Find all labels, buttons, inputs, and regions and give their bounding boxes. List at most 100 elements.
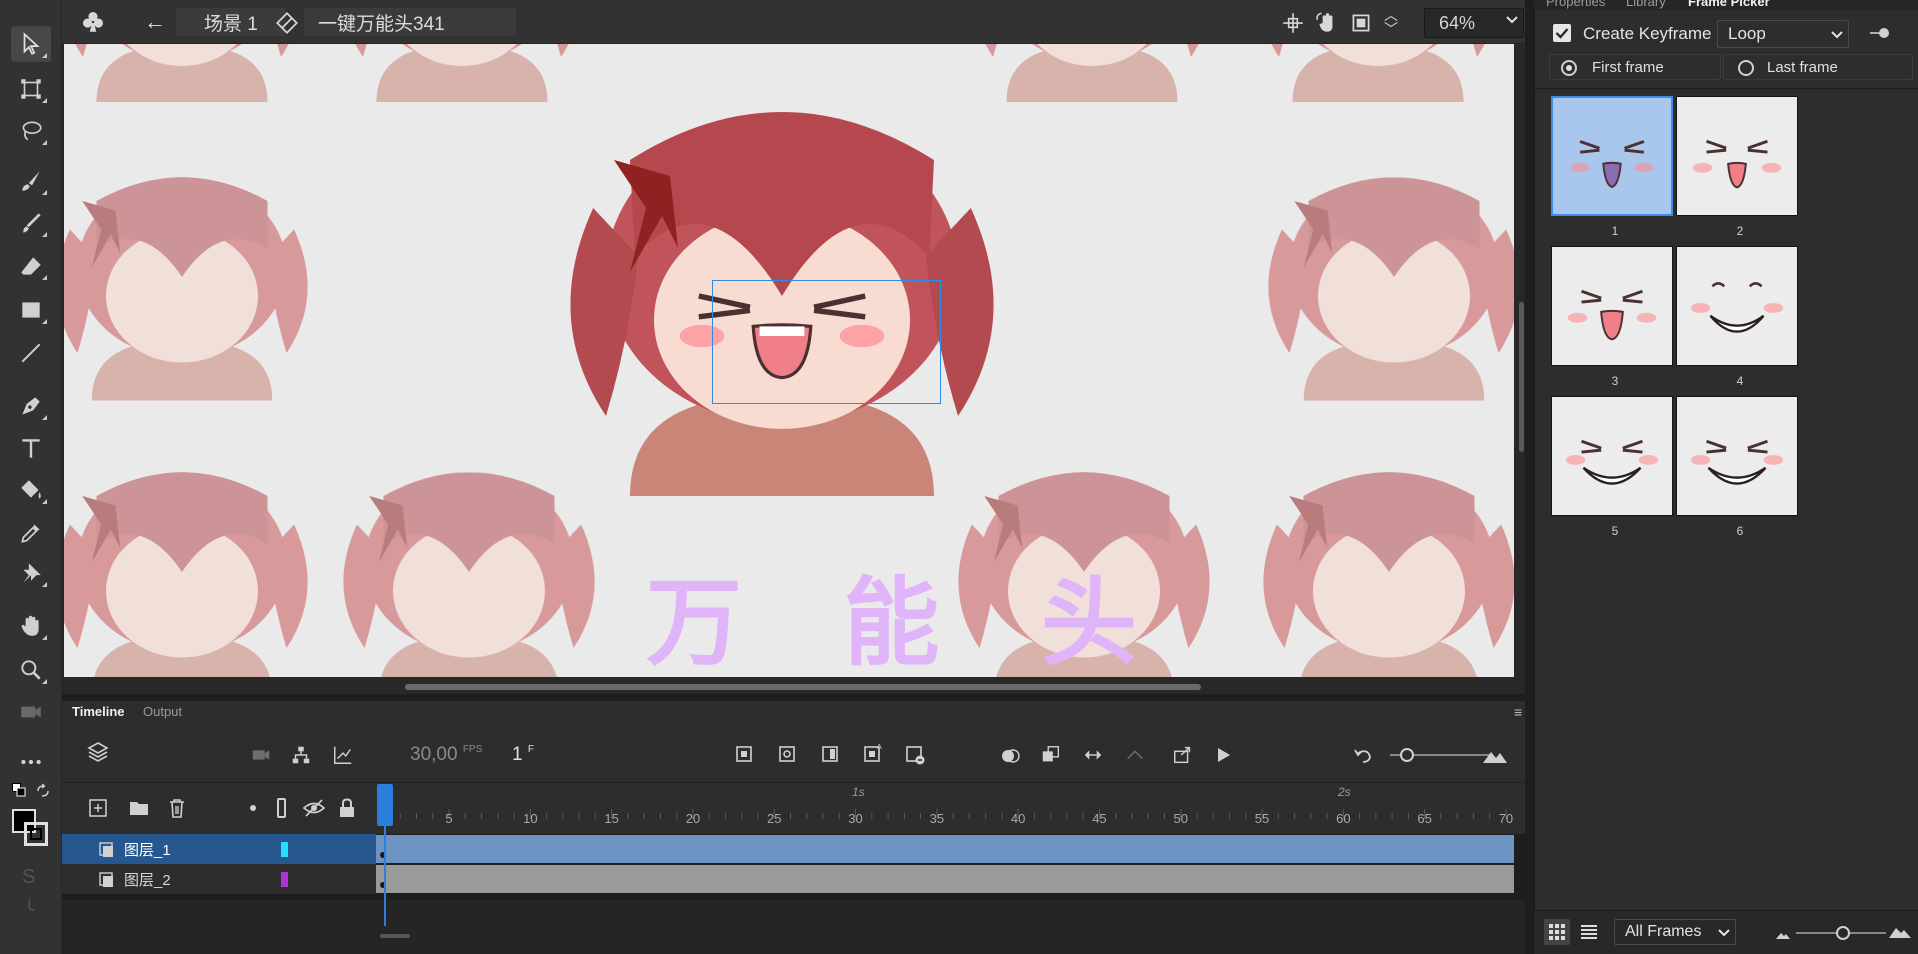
clip-content-icon[interactable]: [1348, 10, 1374, 39]
frame-thumb-5[interactable]: [1551, 396, 1673, 516]
convert-icon[interactable]: [1124, 744, 1146, 769]
stage-title-text[interactable]: 万 能 头: [646, 545, 1171, 684]
snap-to-objects-icon[interactable]: [1280, 10, 1306, 39]
onion-skin-icon[interactable]: [998, 744, 1022, 771]
layer-row-2[interactable]: 图层_2: [62, 864, 376, 894]
loop-select[interactable]: Loop: [1717, 20, 1849, 48]
camera-icon: [21, 706, 41, 718]
symbol-clubs-icon[interactable]: [80, 9, 106, 38]
create-keyframe-checkbox[interactable]: [1553, 24, 1571, 42]
insert-keyframe-icon[interactable]: [734, 744, 754, 767]
symbol-breadcrumb[interactable]: 一键万能头341: [304, 8, 516, 36]
more-tools-button[interactable]: [11, 744, 51, 780]
layer-name[interactable]: 图层_2: [124, 869, 171, 890]
frame-thumb-1[interactable]: [1551, 96, 1673, 216]
edit-bar: ← 场景 1 一键万能头341 ︿ ﹀ 64%: [62, 0, 1525, 44]
brush-tool[interactable]: [11, 205, 51, 241]
swap-colors-icon[interactable]: [35, 783, 51, 799]
zoom-tool[interactable]: [11, 652, 51, 688]
face-laugh-icon: [1567, 289, 1657, 341]
grid-view-button[interactable]: [1544, 919, 1570, 945]
pin-tool[interactable]: [11, 555, 51, 591]
frames-filter-select[interactable]: All Frames: [1614, 919, 1736, 945]
highlight-dot-icon[interactable]: [250, 805, 256, 811]
stroke-color-swatch[interactable]: [24, 822, 48, 846]
tools-panel: S ╰: [0, 0, 62, 954]
stage-vertical-scrollbar[interactable]: [1519, 302, 1524, 452]
frame-thumb-4[interactable]: [1676, 246, 1798, 366]
frame-thumb-2[interactable]: [1676, 96, 1798, 216]
tab-properties[interactable]: Properties: [1546, 0, 1605, 9]
layer-color-swatch[interactable]: [281, 842, 288, 857]
selection-bounding-box[interactable]: [712, 280, 941, 404]
graph-icon[interactable]: [332, 744, 354, 769]
mountains-icon[interactable]: [1482, 744, 1508, 769]
layer-2-frames[interactable]: [376, 865, 1514, 893]
tab-frame-picker[interactable]: Frame Picker: [1688, 0, 1770, 9]
camera-tool[interactable]: [11, 694, 51, 730]
undo-icon[interactable]: [1352, 744, 1374, 769]
loop-playback-icon[interactable]: [1172, 744, 1194, 769]
eyedropper-tool[interactable]: [11, 515, 51, 551]
thumbnail-size-thumb[interactable]: [1836, 926, 1850, 940]
new-layer-icon[interactable]: [87, 797, 109, 822]
text-tool[interactable]: [11, 430, 51, 466]
clear-keyframe-icon[interactable]: [904, 744, 926, 769]
rotate-stage-icon[interactable]: [1314, 10, 1340, 39]
layer-color-swatch[interactable]: [281, 872, 288, 887]
stage-horizontal-scrollbar[interactable]: [405, 684, 1201, 690]
lasso-tool[interactable]: [11, 113, 51, 149]
scene-breadcrumb[interactable]: 场景 1: [176, 8, 286, 36]
selection-tool[interactable]: [11, 26, 51, 62]
parenting-icon[interactable]: [290, 744, 312, 769]
zoom-dropdown-icon[interactable]: [1504, 12, 1520, 31]
hand-tool[interactable]: [11, 608, 51, 644]
tab-timeline[interactable]: Timeline: [72, 704, 125, 719]
edit-multiple-frames-icon[interactable]: [1040, 744, 1062, 769]
default-colors-icon[interactable]: [12, 783, 26, 797]
new-folder-icon[interactable]: [127, 797, 151, 822]
frame-field[interactable]: 1 F: [512, 744, 534, 766]
first-frame-option[interactable]: First frame: [1549, 54, 1721, 80]
last-frame-option[interactable]: Last frame: [1723, 54, 1913, 80]
delete-layer-icon[interactable]: [166, 797, 188, 822]
camera-layer-icon[interactable]: [250, 744, 272, 769]
insert-blank-keyframe-icon[interactable]: [777, 744, 797, 767]
fps-field[interactable]: 30,00 FPS: [410, 744, 482, 766]
lock-icon[interactable]: [337, 797, 357, 822]
eraser-tool[interactable]: [11, 248, 51, 284]
smooth-icon[interactable]: ╰: [24, 900, 35, 921]
keyframe-lock-icon[interactable]: [1869, 26, 1891, 40]
auto-keyframe-icon[interactable]: A: [862, 742, 884, 767]
list-view-button[interactable]: [1580, 923, 1598, 944]
layer-name[interactable]: 图层_1: [124, 839, 171, 860]
layers-icon[interactable]: [86, 740, 110, 767]
frame-size-slider-thumb[interactable]: [1400, 748, 1414, 762]
tab-library[interactable]: Library: [1626, 0, 1666, 9]
first-frame-radio[interactable]: [1561, 60, 1577, 76]
free-transform-tool[interactable]: [11, 71, 51, 107]
paint-bucket-tool[interactable]: [11, 472, 51, 508]
frame-thumb-6[interactable]: [1676, 396, 1798, 516]
last-frame-radio[interactable]: [1738, 60, 1754, 76]
paint-brush-tool[interactable]: [11, 163, 51, 199]
tween-icon[interactable]: [1082, 744, 1104, 769]
insert-frame-icon[interactable]: [820, 744, 840, 767]
outline-icon[interactable]: [277, 798, 286, 818]
back-button[interactable]: ←: [144, 9, 166, 35]
snap-icon[interactable]: S: [22, 866, 35, 889]
pen-tool[interactable]: [11, 388, 51, 424]
visibility-icon[interactable]: [302, 797, 326, 822]
rectangle-tool[interactable]: [11, 292, 51, 328]
timeline-scrollbar[interactable]: [380, 934, 410, 938]
panel-menu-icon[interactable]: ≡: [1514, 704, 1522, 720]
first-frame-label: First frame: [1592, 59, 1664, 76]
layer-row-1[interactable]: 图层_1: [62, 834, 376, 864]
frame-thumb-3[interactable]: [1551, 246, 1673, 366]
play-button[interactable]: [1212, 744, 1234, 769]
line-tool[interactable]: [11, 335, 51, 371]
layer-1-frames[interactable]: [376, 835, 1514, 863]
playhead[interactable]: [377, 784, 393, 826]
tab-output[interactable]: Output: [143, 704, 182, 719]
center-stage-icon[interactable]: ︿ ﹀: [1384, 8, 1398, 36]
